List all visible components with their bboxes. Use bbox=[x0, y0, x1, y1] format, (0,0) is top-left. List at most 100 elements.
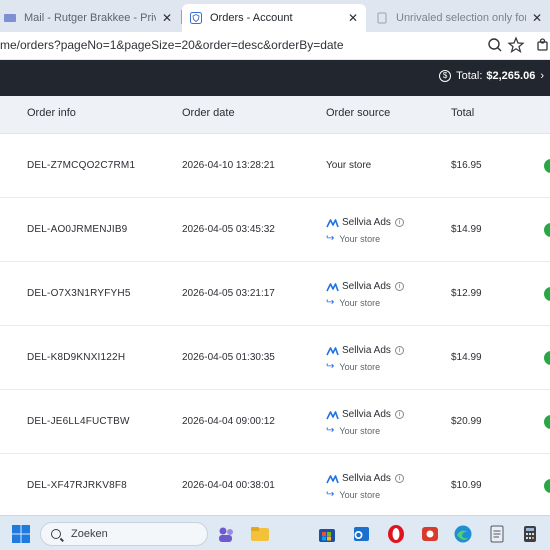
status-dot-icon bbox=[544, 223, 550, 237]
order-total: $20.99 bbox=[451, 416, 482, 427]
document-icon bbox=[377, 12, 387, 24]
order-source-sub-label: Your store bbox=[339, 489, 381, 500]
opera-icon[interactable] bbox=[386, 524, 406, 544]
store-icon[interactable] bbox=[317, 524, 337, 544]
order-date: 2026-04-04 09:00:12 bbox=[182, 416, 275, 427]
order-source-sub-label: Your store bbox=[339, 297, 381, 308]
column-header-order-date[interactable]: Order date bbox=[182, 107, 235, 119]
order-total: $10.99 bbox=[451, 480, 482, 491]
order-source-sub-label: Your store bbox=[339, 361, 381, 372]
address-bar: me/orders?pageNo=1&pageSize=20&order=des… bbox=[0, 32, 550, 60]
dollar-icon: $ bbox=[439, 70, 452, 82]
tab-mail[interactable]: Mail - Rutger Brakkee - Private Em ✕ bbox=[0, 4, 180, 32]
browser-tab-strip: Mail - Rutger Brakkee - Private Em ✕ Ord… bbox=[0, 0, 550, 32]
order-date: 2026-04-10 13:28:21 bbox=[182, 160, 275, 171]
order-source: Sellvia Ads i bbox=[326, 217, 404, 228]
order-source: Your store bbox=[326, 160, 372, 171]
order-total: $14.99 bbox=[451, 352, 482, 363]
red-app-icon[interactable] bbox=[420, 524, 440, 544]
return-arrow-icon: ↪ bbox=[326, 425, 335, 436]
star-icon[interactable] bbox=[507, 36, 525, 54]
order-source-sub: ↪ Your store bbox=[326, 361, 380, 372]
zoom-icon[interactable] bbox=[486, 36, 504, 54]
order-source-label: Sellvia Ads bbox=[342, 409, 391, 420]
windows-start-icon[interactable] bbox=[11, 524, 31, 544]
column-header-order-source: Order source bbox=[326, 107, 391, 119]
close-icon[interactable]: ✕ bbox=[532, 11, 542, 25]
total-value: $2,265.06 bbox=[486, 70, 536, 82]
info-icon[interactable]: i bbox=[394, 410, 404, 419]
return-arrow-icon: ↪ bbox=[326, 297, 335, 308]
teams-icon[interactable] bbox=[216, 524, 236, 544]
info-icon[interactable]: i bbox=[394, 282, 404, 291]
order-date: 2026-04-05 03:45:32 bbox=[182, 224, 275, 235]
order-id: DEL-O7X3N1RYFYH5 bbox=[27, 288, 131, 299]
order-source-sub: ↪ Your store bbox=[326, 489, 380, 500]
search-placeholder: Zoeken bbox=[71, 528, 108, 540]
order-source: Sellvia Ads i bbox=[326, 409, 404, 420]
close-icon[interactable]: ✕ bbox=[162, 11, 172, 25]
order-id: DEL-K8D9KNXI122H bbox=[27, 352, 126, 363]
notepad-icon[interactable] bbox=[487, 524, 507, 544]
order-total: $16.95 bbox=[451, 160, 482, 171]
order-source-sub: ↪ Your store bbox=[326, 297, 380, 308]
order-id: DEL-XF47RJRKV8F8 bbox=[27, 480, 127, 491]
column-header-order-info: Order info bbox=[27, 107, 76, 119]
windows-taskbar: Zoeken bbox=[0, 515, 550, 550]
edge-icon[interactable] bbox=[453, 524, 473, 544]
table-row[interactable]: › DEL-Z7MCQO2C7RM1 2026-04-10 13:28:21 Y… bbox=[0, 134, 550, 198]
sellvia-logo-icon bbox=[326, 474, 339, 483]
order-source: Sellvia Ads i bbox=[326, 345, 404, 356]
order-total: $12.99 bbox=[451, 288, 482, 299]
order-source-sub-label: Your store bbox=[339, 425, 381, 436]
orders-table: › DEL-Z7MCQO2C7RM1 2026-04-10 13:28:21 Y… bbox=[0, 134, 550, 518]
return-arrow-icon: ↪ bbox=[326, 233, 335, 244]
order-total: $14.99 bbox=[451, 224, 482, 235]
file-explorer-icon[interactable] bbox=[250, 524, 270, 544]
sellvia-logo-icon bbox=[326, 282, 339, 291]
info-icon[interactable]: i bbox=[394, 474, 404, 483]
table-row[interactable]: › DEL-K8D9KNXI122H 2026-04-05 01:30:35 S… bbox=[0, 326, 550, 390]
shield-icon bbox=[190, 12, 202, 24]
status-dot-icon bbox=[544, 287, 550, 301]
table-row[interactable]: › DEL-O7X3N1RYFYH5 2026-04-05 03:21:17 S… bbox=[0, 262, 550, 326]
page-header: $ Total: $2,265.06 › bbox=[0, 60, 550, 96]
info-icon[interactable]: i bbox=[394, 218, 404, 227]
outlook-icon[interactable] bbox=[351, 524, 371, 544]
sellvia-logo-icon bbox=[326, 346, 339, 355]
status-dot-icon bbox=[544, 415, 550, 429]
order-date: 2026-04-04 00:38:01 bbox=[182, 480, 275, 491]
calculator-icon[interactable] bbox=[520, 524, 540, 544]
tab-label: Mail - Rutger Brakkee - Private Em bbox=[24, 12, 156, 24]
total-label: Total: bbox=[456, 70, 483, 82]
order-source-sub-label: Your store bbox=[339, 233, 381, 244]
status-dot-icon bbox=[544, 351, 550, 365]
table-row[interactable]: › DEL-XF47RJRKV8F8 2026-04-04 00:38:01 S… bbox=[0, 454, 550, 518]
url-text[interactable]: me/orders?pageNo=1&pageSize=20&order=des… bbox=[0, 38, 344, 52]
total-summary[interactable]: $ Total: $2,265.06 › bbox=[439, 70, 544, 82]
order-source-sub: ↪ Your store bbox=[326, 425, 380, 436]
chevron-right-icon[interactable]: › bbox=[540, 70, 544, 82]
column-header-total: Total bbox=[451, 107, 475, 119]
order-date: 2026-04-05 03:21:17 bbox=[182, 288, 275, 299]
search-icon bbox=[51, 529, 61, 539]
return-arrow-icon: ↪ bbox=[326, 489, 335, 500]
table-row[interactable]: › DEL-JE6LL4FUCTBW 2026-04-04 09:00:12 S… bbox=[0, 390, 550, 454]
return-arrow-icon: ↪ bbox=[326, 361, 335, 372]
close-icon[interactable]: ✕ bbox=[348, 11, 358, 25]
tab-orders[interactable]: Orders - Account ✕ bbox=[182, 4, 366, 32]
order-id: DEL-AO0JRMENJIB9 bbox=[27, 224, 128, 235]
table-header: Order info Order date Order source Total bbox=[0, 96, 550, 134]
table-row[interactable]: › DEL-AO0JRMENJIB9 2026-04-05 03:45:32 S… bbox=[0, 198, 550, 262]
extensions-icon[interactable] bbox=[534, 36, 550, 54]
tab-label: Unrivaled selection only for you bbox=[396, 12, 526, 24]
order-source-label: Sellvia Ads bbox=[342, 345, 391, 356]
sellvia-logo-icon bbox=[326, 410, 339, 419]
tab-promo[interactable]: Unrivaled selection only for you ✕ bbox=[368, 4, 550, 32]
taskbar-search-input[interactable]: Zoeken bbox=[40, 522, 208, 546]
info-icon[interactable]: i bbox=[394, 346, 404, 355]
order-source: Sellvia Ads i bbox=[326, 473, 404, 484]
order-id: DEL-Z7MCQO2C7RM1 bbox=[27, 160, 136, 171]
order-date: 2026-04-05 01:30:35 bbox=[182, 352, 275, 363]
status-dot-icon bbox=[544, 479, 550, 493]
